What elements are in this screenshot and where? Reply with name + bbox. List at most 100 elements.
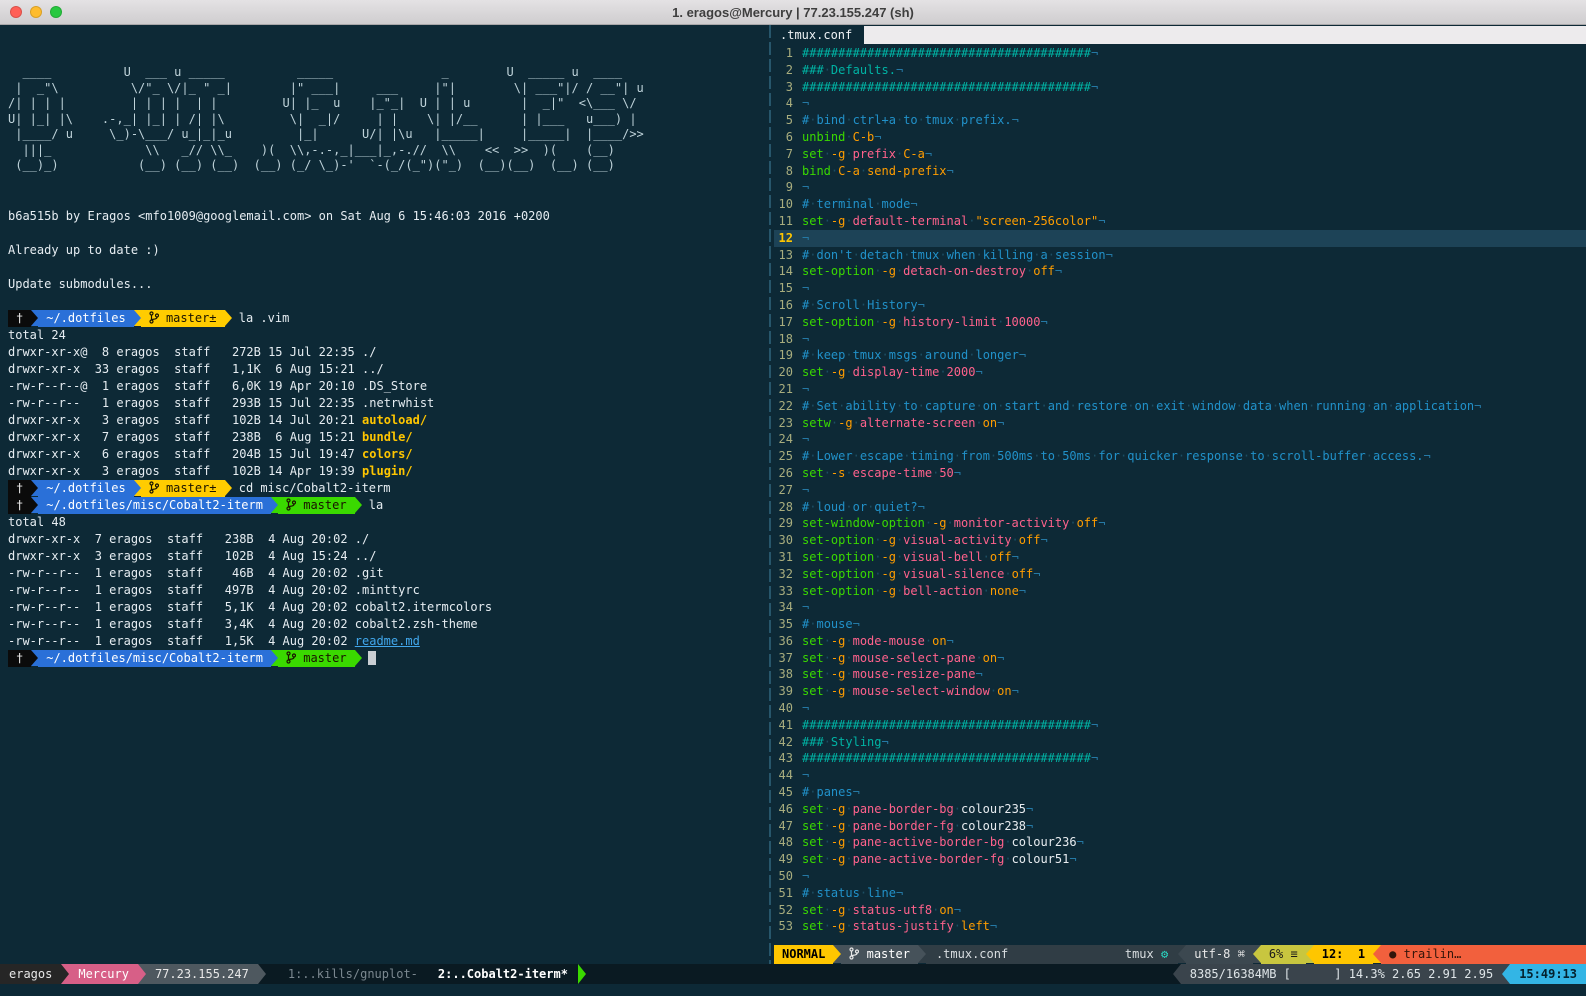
vim-line: 17set-option·-g·history-limit·10000¬ [774,314,1586,331]
vim-line: 19#·keep·tmux·msgs·around·longer¬ [774,347,1586,364]
vim-line: 5#·bind·ctrl+a·to·tmux·prefix.¬ [774,112,1586,129]
shell-output-line: b6a515b by Eragos <mfo1009@googlemail.co… [8,208,766,225]
line-number: 34 [774,599,802,616]
eol-marker: ¬ [1040,315,1047,329]
eol-marker: ¬ [975,365,982,379]
file-name: .netrwhist [362,396,434,410]
blank-line: ​ [8,174,766,191]
file-name: ./ [355,532,369,546]
vim-line: 8bind·C-a·send-prefix¬ [774,163,1586,180]
line-number: 35 [774,616,802,633]
vim-line: 25#·Lower·escape·timing·from·500ms·to·50… [774,448,1586,465]
typed-command: cd misc/Cobalt2-iterm [232,481,391,495]
file-attributes: drwxr-xr-x 3 eragos staff 102B 14 Apr 19… [8,464,362,478]
line-number: 30 [774,532,802,549]
gear-icon: ⚙ [1161,947,1168,961]
eol-marker: ¬ [802,96,809,110]
ascii-art-line: U| |_| |\ .-,_| |_| | /| |\ \| _|/ | | \… [8,112,766,128]
ascii-art-line: (__)_) (__) (__) (__) (__) (_/ \_)-' `-(… [8,158,766,174]
file-attributes: -rw-r--r-- 1 eragos staff 293B 15 Jul 22… [8,396,362,410]
eol-marker: ¬ [1012,550,1019,564]
file-attributes: drwxr-xr-x 6 eragos staff 204B 15 Jul 19… [8,447,362,461]
encoding-label: utf-8 [1194,947,1230,961]
vim-line: 1#######################################… [774,45,1586,62]
line-number: 39 [774,683,802,700]
shell-prompt-line: †~/.dotfiles/misc/Cobalt2-iterm master [8,650,766,667]
line-number: 37 [774,650,802,667]
line-number: 48 [774,834,802,851]
shell-pane-content: ____ U ___ u _____ _____ _ U _____ u ___… [8,65,766,667]
vim-line: 48set·-g·pane-active-border-bg·colour236… [774,834,1586,851]
vim-line: 34¬ [774,599,1586,616]
branch-name: master± [166,311,217,325]
vim-buffer[interactable]: 1#######################################… [774,45,1586,945]
line-number: 41 [774,717,802,734]
powerline-separator [134,310,141,326]
vim-line: 24¬ [774,431,1586,448]
eol-marker: ¬ [954,903,961,917]
pane-divider[interactable] [766,25,774,964]
file-attributes: -rw-r--r--@ 1 eragos staff 6,0K 19 Apr 2… [8,379,362,393]
eol-marker: ¬ [1098,214,1105,228]
tab-filename[interactable]: .tmux.conf [774,25,864,45]
blank-line: ​ [8,293,766,310]
file-name: .DS_Store [362,379,427,393]
file-attributes: -rw-r--r-- 1 eragos staff 46B 4 Aug 20:0… [8,566,355,580]
line-number: 11 [774,213,802,230]
shell-pane[interactable]: ____ U ___ u _____ _____ _ U _____ u ___… [0,25,766,964]
powerline-separator [225,310,232,326]
line-number: 50 [774,868,802,885]
line-number: 26 [774,465,802,482]
powerline-separator [1253,945,1261,963]
prompt-path-segment: ~/.dotfiles [38,310,133,327]
prompt-status-marker: † [8,480,31,497]
file-listing-row: drwxr-xr-x 3 eragos staff 102B 14 Jul 20… [8,412,766,429]
vim-line: 28#·loud·or·quiet?¬ [774,499,1586,516]
zoom-button[interactable] [50,6,62,18]
powerline-separator [31,310,38,326]
line-number: 38 [774,666,802,683]
typed-command: la [362,498,384,512]
tmux-session-indicator: tmux ⚙ [1125,945,1168,964]
vim-line: 38set·-g·mouse-resize-pane¬ [774,666,1586,683]
eol-marker: ¬ [802,332,809,346]
line-number: 16 [774,297,802,314]
line-number: 44 [774,767,802,784]
eol-marker: ¬ [802,869,809,883]
vim-pane[interactable]: .tmux.conf 1############################… [774,25,1586,964]
eol-marker: ¬ [802,768,809,782]
vim-line: 52set·-g·status-utf8·on¬ [774,902,1586,919]
close-button[interactable] [10,6,22,18]
eol-marker: ¬ [882,735,889,749]
powerline-separator [61,964,69,984]
vim-line: 39set·-g·mouse-select-window·on¬ [774,683,1586,700]
branch-name: master [867,947,910,961]
vim-line: 10#·terminal·mode¬ [774,196,1586,213]
vim-line: 42###·Styling¬ [774,734,1586,751]
file-listing-row: -rw-r--r-- 1 eragos staff 1,5K 4 Aug 20:… [8,633,766,650]
file-listing-row: drwxr-xr-x 33 eragos staff 1,1K 6 Aug 15… [8,361,766,378]
line-number: 13 [774,247,802,264]
line-number: 8 [774,163,802,180]
file-name: cobalt2.itermcolors [355,600,492,614]
vim-line: 53set·-g·status-justify·left¬ [774,918,1586,935]
eol-marker: ¬ [896,63,903,77]
statusline-fill: .tmux.conf tmux ⚙ [926,945,1178,964]
minimize-button[interactable] [30,6,42,18]
tmux-window-2-active[interactable]: 2:..Cobalt2-iterm* [428,964,578,984]
ascii-art-line: /| | | | | | | | | | U| |_ u |_"_| U | |… [8,96,766,112]
eol-marker: ¬ [1098,516,1105,530]
tmux-window-1[interactable]: 1:..kills/gnuplot- [278,964,428,984]
file-link[interactable]: readme.md [355,634,420,648]
line-number: 36 [774,633,802,650]
file-listing-row: -rw-r--r--@ 1 eragos staff 6,0K 19 Apr 2… [8,378,766,395]
statusline-branch-segment: master [841,945,918,964]
vim-line: 15¬ [774,280,1586,297]
blank-line: ​ [8,225,766,242]
eol-marker: ¬ [1026,819,1033,833]
vim-line: 33set-option·-g·bell-action·none¬ [774,583,1586,600]
line-number: 21 [774,381,802,398]
eol-marker: ¬ [947,634,954,648]
eol-marker: ¬ [874,130,881,144]
vim-line: 16#·Scroll·History¬ [774,297,1586,314]
